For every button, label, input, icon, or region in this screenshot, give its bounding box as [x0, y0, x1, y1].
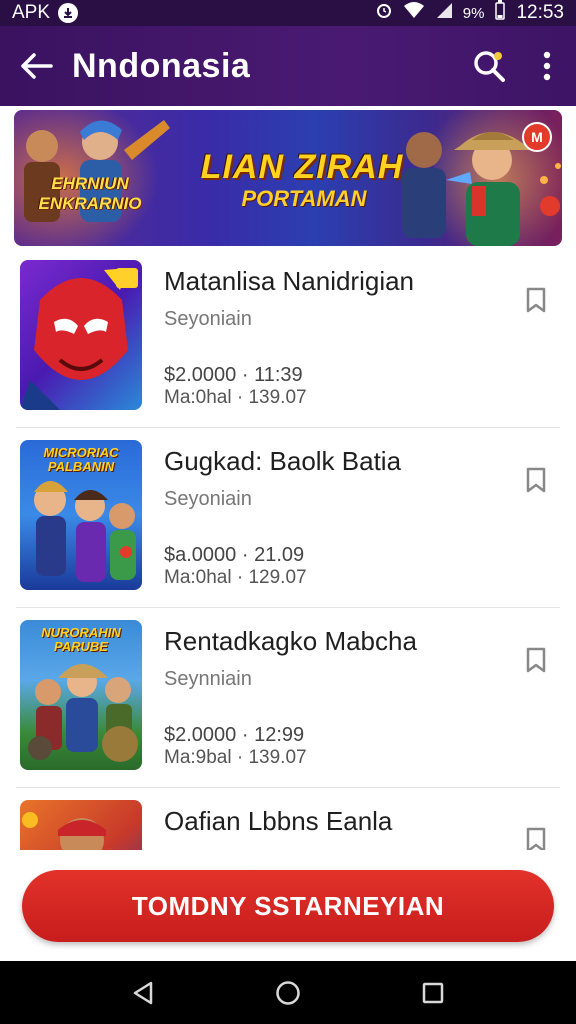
game-thumbnail: [20, 260, 142, 410]
game-thumbnail: [20, 800, 142, 850]
list-item[interactable]: Matanlisa Nanidrigian Seyoniain $2.0000 …: [16, 248, 560, 428]
banner-badge[interactable]: M: [522, 122, 552, 152]
screen: APK 9% 12:53 Nndonasia EHRNIUN ENKRARNIO…: [0, 0, 576, 1024]
download-icon: [58, 3, 79, 23]
bookmark-button[interactable]: [520, 644, 552, 676]
circle-home-icon: [276, 980, 300, 1005]
search-button[interactable]: [460, 26, 518, 106]
list-item[interactable]: Oafian Lbbns Eanla: [16, 788, 560, 850]
item-title: Matanlisa Nanidrigian: [164, 266, 415, 296]
bookmark-icon: [526, 647, 546, 673]
item-meta: Ma:0hal · 139.07: [164, 387, 307, 408]
alarm-icon: [375, 1, 393, 25]
item-title: Gugkad: Baolk Batia: [164, 446, 402, 476]
primary-cta-button[interactable]: TOMDNY SSTARNEYIAN: [22, 870, 554, 942]
banner-title: LIAN ZIRAH: [200, 148, 404, 186]
more-menu-button[interactable]: [518, 26, 576, 106]
app-bar: Nndonasia: [0, 26, 576, 106]
triangle-back-icon: [133, 981, 152, 1004]
status-left: APK: [12, 2, 79, 24]
battery-icon: [494, 0, 506, 26]
wifi-icon: [403, 1, 425, 25]
carrier-label: APK: [12, 2, 51, 23]
promo-banner[interactable]: EHRNIUN ENKRARNIO LIAN ZIRAH PORTAMAN M: [14, 110, 562, 246]
clock: 12:53: [516, 2, 564, 23]
game-thumbnail: NURORAHIN PARUBE: [20, 620, 142, 770]
item-price: $2.0000 · 12:99: [164, 724, 305, 746]
game-thumbnail: MICRORIAC PALBANIN: [20, 440, 142, 590]
thumbnail-label: NURORAHIN PARUBE: [41, 625, 121, 654]
item-subtitle: Seyoniain: [164, 308, 252, 330]
banner-left-text: EHRNIUN ENKRARNIO: [38, 174, 142, 213]
nav-back-button[interactable]: [113, 963, 173, 1023]
more-vertical-icon: [543, 51, 551, 81]
item-title: Oafian Lbbns Eanla: [164, 806, 393, 836]
banner-badge-label: M: [531, 129, 543, 145]
bookmark-icon: [526, 287, 546, 313]
item-price: $a.0000 · 21.09: [164, 544, 305, 566]
item-title: Rentadkagko Mabcha: [164, 626, 417, 656]
battery-label: 9%: [462, 4, 485, 22]
bookmark-button[interactable]: [520, 464, 552, 496]
status-bar: APK 9% 12:53: [0, 0, 576, 26]
item-meta: Ma:0hal · 129.07: [164, 567, 307, 588]
arrow-left-icon: [21, 53, 53, 79]
item-price: $2.0000 · 11:39: [164, 364, 303, 386]
signal-icon: [435, 1, 453, 25]
banner-subtitle: PORTAMAN: [241, 186, 367, 211]
game-list: Matanlisa Nanidrigian Seyoniain $2.0000 …: [0, 248, 576, 850]
list-item[interactable]: MICRORIAC PALBANIN Gugkad: Baolk Batia S…: [16, 428, 560, 608]
square-recents-icon: [423, 982, 444, 1003]
thumbnail-label: MICRORIAC PALBANIN: [43, 445, 119, 474]
cta-area: TOMDNY SSTARNEYIAN: [0, 850, 576, 961]
nav-home-button[interactable]: [258, 963, 318, 1023]
back-button[interactable]: [0, 26, 72, 106]
search-icon: [474, 51, 505, 82]
bookmark-button[interactable]: [520, 284, 552, 316]
bookmark-button[interactable]: [520, 824, 552, 850]
item-subtitle: Seynniain: [164, 668, 252, 690]
page-title: Nndonasia: [72, 46, 251, 85]
list-item[interactable]: NURORAHIN PARUBE Rentadkagko Mabcha Seyn…: [16, 608, 560, 788]
item-subtitle: Seyoniain: [164, 488, 252, 510]
bookmark-icon: [526, 827, 546, 850]
system-nav-bar: [0, 961, 576, 1024]
status-right: 9% 12:53: [375, 0, 564, 26]
item-meta: Ma:9bal · 139.07: [164, 747, 307, 768]
nav-recents-button[interactable]: [403, 963, 463, 1023]
bookmark-icon: [526, 467, 546, 493]
